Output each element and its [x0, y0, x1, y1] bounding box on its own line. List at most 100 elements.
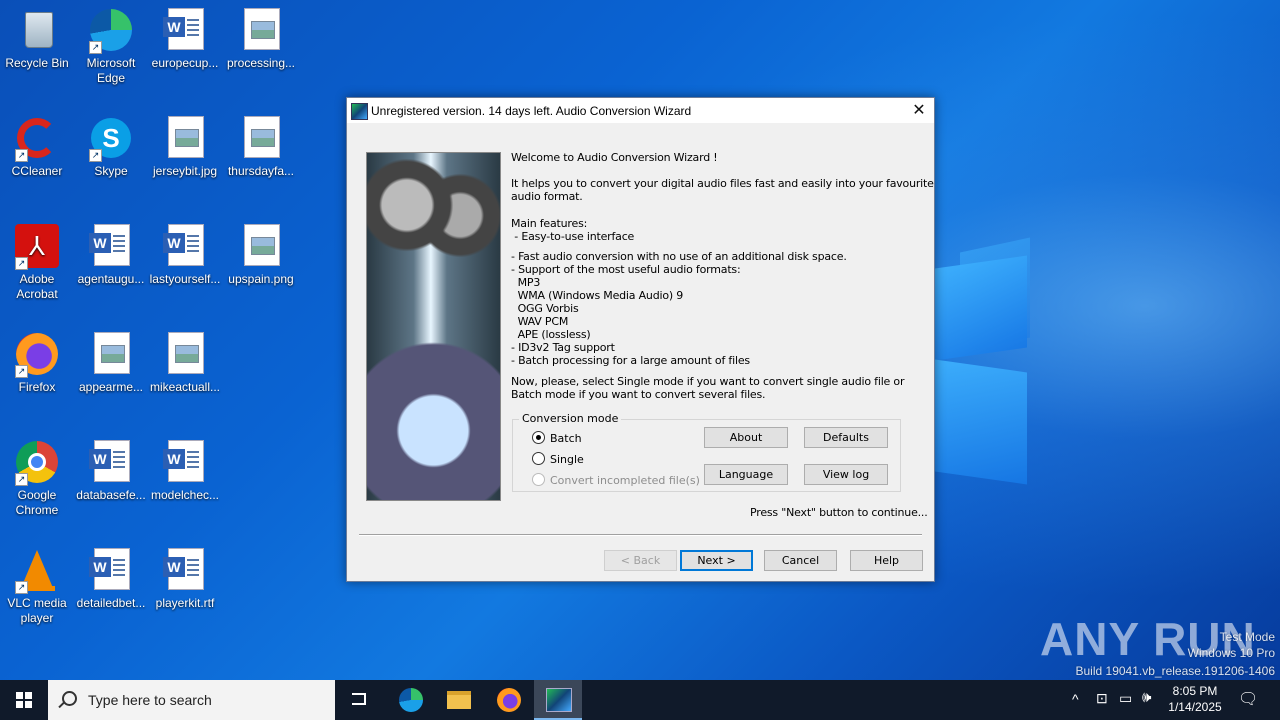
desktop-icon-modelchec[interactable]: modelchec...	[148, 440, 222, 503]
start-button[interactable]	[0, 680, 48, 720]
chevron-up-icon[interactable]: ^	[1072, 691, 1079, 707]
wizard-banner-image	[366, 152, 501, 501]
skype-icon: S ↗	[89, 116, 133, 162]
convert-incompleted-radio: Convert incompleted file(s)	[532, 473, 700, 487]
word-document-icon	[89, 440, 133, 484]
taskbar: Type here to search ^ ⊡ ▭ 🕪 8:05 PM 1/14…	[0, 680, 1280, 720]
help-button[interactable]: Help	[850, 550, 923, 571]
batch-radio-label: Batch	[550, 432, 582, 445]
dialog-title: Unregistered version. 14 days left. Audi…	[371, 104, 692, 118]
task-view-icon	[352, 693, 366, 705]
meet-now-icon[interactable]: ⊡	[1096, 690, 1108, 707]
back-button[interactable]: < Back	[604, 550, 677, 571]
windows-logo-pane-bottom	[935, 359, 1027, 485]
cancel-button[interactable]: Cancel	[764, 550, 837, 571]
audio-conversion-wizard-dialog: Unregistered version. 14 days left. Audi…	[346, 97, 935, 582]
acrobat-icon: ⅄ ↗	[15, 224, 59, 270]
image-file-icon	[239, 8, 283, 52]
desktop-icon-databasefe[interactable]: databasefe...	[74, 440, 148, 503]
firefox-icon: ↗	[15, 332, 59, 378]
desktop-icon-skype[interactable]: S ↗ Skype	[74, 116, 148, 179]
windows-start-icon	[16, 692, 32, 708]
notification-icon[interactable]: 🗨	[1238, 689, 1258, 709]
view-log-button[interactable]: View log	[804, 464, 888, 485]
image-file-icon	[163, 332, 207, 376]
ccleaner-icon: ↗	[15, 116, 59, 162]
desktop-icon-firefox[interactable]: ↗ Firefox	[0, 332, 74, 395]
word-document-icon	[89, 224, 133, 268]
desktop-icon-thursdayfa[interactable]: thursdayfa...	[224, 116, 298, 179]
conversion-mode-legend: Conversion mode	[519, 412, 622, 425]
windows-logo-pane-top	[935, 255, 1027, 361]
desktop-icon-google-chrome[interactable]: ↗ Google Chrome	[0, 440, 74, 518]
taskbar-clock[interactable]: 8:05 PM 1/14/2025	[1160, 683, 1230, 715]
dialog-titlebar[interactable]: Unregistered version. 14 days left. Audi…	[347, 98, 934, 123]
about-button[interactable]: About	[704, 427, 788, 448]
edge-icon	[399, 688, 423, 712]
audio-wizard-icon	[546, 688, 572, 712]
next-button[interactable]: Next >	[680, 550, 753, 571]
clock-time: 8:05 PM	[1172, 684, 1218, 698]
close-icon[interactable]: ✕	[904, 98, 934, 123]
desktop-icon-upspain[interactable]: upspain.png	[224, 224, 298, 287]
desktop-icon-playerkit[interactable]: playerkit.rtf	[148, 548, 222, 611]
desktop-icon-lastyourself[interactable]: lastyourself...	[148, 224, 222, 287]
instruction-text: Now, please, select Single mode if you w…	[511, 375, 905, 401]
desktop-icon-processing[interactable]: processing...	[224, 8, 298, 71]
task-view-button[interactable]	[336, 680, 384, 720]
firefox-icon	[497, 688, 521, 712]
desktop-icon-ccleaner[interactable]: ↗ CCleaner	[0, 116, 74, 179]
defaults-button[interactable]: Defaults	[804, 427, 888, 448]
watermark-edition: Windows 10 Pro	[1187, 646, 1275, 660]
taskbar-edge[interactable]	[387, 680, 435, 720]
language-button[interactable]: Language	[704, 464, 788, 485]
dialog-separator	[359, 534, 922, 536]
single-radio-label: Single	[550, 453, 584, 466]
network-icon[interactable]: ▭	[1119, 690, 1132, 707]
desktop-icon-microsoft-edge[interactable]: ↗ Microsoft Edge	[74, 8, 148, 86]
word-document-icon	[163, 224, 207, 268]
desktop-icon-adobe-acrobat[interactable]: ⅄ ↗ Adobe Acrobat	[0, 224, 74, 302]
recycle-bin-icon	[15, 8, 59, 52]
edge-icon: ↗	[89, 8, 133, 54]
single-radio[interactable]: Single	[532, 452, 584, 466]
word-document-icon	[163, 548, 207, 592]
watermark-build: Build 19041.vb_release.191206-1406	[1075, 664, 1276, 678]
batch-radio[interactable]: Batch	[532, 431, 582, 445]
image-file-icon	[239, 116, 283, 160]
word-document-icon	[89, 548, 133, 592]
intro-text: It helps you to convert your digital aud…	[511, 177, 934, 203]
chrome-icon: ↗	[15, 440, 59, 486]
vlc-icon: ↗	[15, 548, 59, 594]
feature-details-text: - Fast audio conversion with no use of a…	[511, 250, 847, 367]
conversion-mode-group: Conversion mode Batch Single Convert inc…	[512, 412, 901, 492]
app-icon	[351, 103, 368, 120]
radio-unchecked-icon	[532, 452, 545, 465]
taskbar-search-box[interactable]: Type here to search	[48, 680, 335, 720]
desktop-icon-appearme[interactable]: appearme...	[74, 332, 148, 395]
search-placeholder: Type here to search	[88, 692, 212, 708]
volume-icon[interactable]: 🕪	[1142, 689, 1151, 706]
taskbar-file-explorer[interactable]	[435, 680, 483, 720]
convert-incompleted-label: Convert incompleted file(s)	[550, 474, 700, 487]
desktop-icon-vlc[interactable]: ↗ VLC media player	[0, 548, 74, 626]
radio-disabled-icon	[532, 473, 545, 486]
watermark-test-mode: Test Mode	[1219, 630, 1275, 644]
image-file-icon	[89, 332, 133, 376]
desktop-icon-agentaugu[interactable]: agentaugu...	[74, 224, 148, 287]
word-document-icon	[163, 8, 207, 52]
image-file-icon	[239, 224, 283, 268]
desktop-icon-jerseybit[interactable]: jerseybit.jpg	[148, 116, 222, 179]
features-text: Main features: - Easy-to-use interface	[511, 217, 635, 243]
taskbar-audio-conversion-wizard[interactable]	[534, 680, 582, 720]
word-document-icon	[163, 440, 207, 484]
clock-date: 1/14/2025	[1168, 700, 1222, 714]
desktop-icon-europecup[interactable]: europecup...	[148, 8, 222, 71]
desktop-icon-mikeactuall[interactable]: mikeactuall...	[148, 332, 222, 395]
folder-icon	[447, 691, 471, 709]
press-next-hint: Press "Next" button to continue...	[750, 506, 928, 519]
desktop-icon-recycle-bin[interactable]: Recycle Bin	[0, 8, 74, 71]
welcome-heading: Welcome to Audio Conversion Wizard !	[511, 151, 718, 164]
desktop-icon-detailedbet[interactable]: detailedbet...	[74, 548, 148, 611]
taskbar-firefox[interactable]	[485, 680, 533, 720]
